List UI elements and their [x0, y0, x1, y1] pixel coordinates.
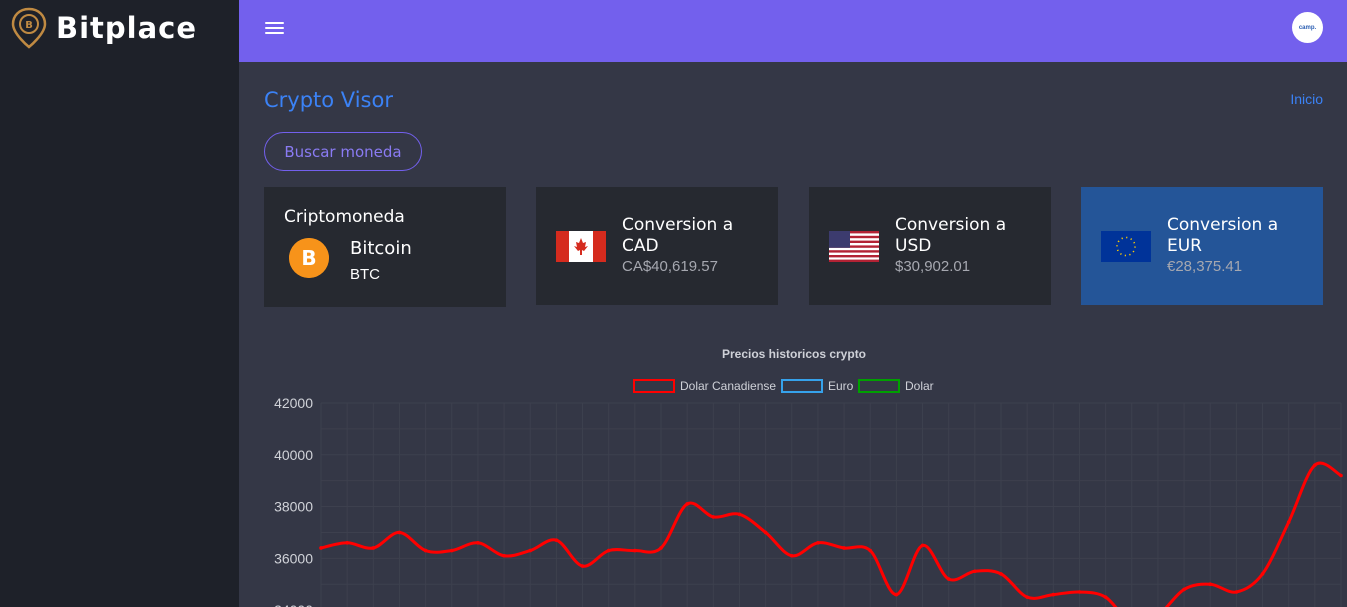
breadcrumb-inicio[interactable]: Inicio — [1290, 91, 1323, 107]
conversion-title: Conversion a USD — [895, 215, 1007, 256]
brand-name: Bitplace — [56, 11, 198, 45]
price-history-chart: Precios historicos crypto Dolar Canadiens… — [274, 347, 1343, 607]
conversion-value: CA$40,619.57 — [622, 258, 718, 275]
data-point — [816, 541, 820, 545]
bitcoin-pin-logo-icon: B — [11, 7, 47, 49]
svg-text:B: B — [301, 246, 316, 270]
conversion-card-cad: Conversion a CAD CA$40,619.57 — [536, 187, 778, 305]
conversion-title: Conversion a CAD — [622, 215, 734, 256]
data-point — [554, 538, 559, 543]
data-point — [789, 553, 794, 558]
data-point — [476, 541, 480, 545]
conversion-card-eur: Conversion a EUR €28,375.41 — [1081, 187, 1323, 305]
data-point — [345, 541, 349, 545]
data-point — [1208, 582, 1213, 587]
data-point — [842, 546, 846, 550]
usa-flag-icon — [829, 231, 879, 262]
data-point — [1339, 473, 1343, 478]
svg-text:B: B — [25, 20, 33, 31]
data-point — [946, 577, 951, 581]
data-point — [423, 548, 428, 553]
data-point — [633, 548, 637, 553]
conversion-value: $30,902.01 — [895, 258, 971, 275]
y-tick-label: 34000 — [274, 602, 313, 607]
avatar[interactable]: camp. — [1292, 12, 1323, 43]
legend-label: Dolar — [905, 379, 934, 393]
conversion-card-usd: Conversion a USD $30,902.01 — [809, 187, 1051, 305]
data-point — [737, 512, 742, 517]
data-point — [763, 530, 768, 535]
data-point — [580, 564, 585, 568]
y-tick-label: 40000 — [274, 447, 313, 463]
brand[interactable]: B Bitplace — [10, 6, 239, 50]
eu-flag-icon — [1101, 231, 1151, 262]
data-point — [319, 546, 323, 550]
data-point — [711, 515, 716, 519]
data-point — [659, 546, 663, 550]
data-point — [1077, 590, 1082, 594]
data-point — [1182, 587, 1186, 592]
data-point — [449, 548, 454, 553]
y-tick-label: 38000 — [274, 499, 313, 515]
main-content: Crypto Visor Inicio Buscar moneda Cripto… — [239, 62, 1347, 607]
data-point — [1103, 595, 1108, 599]
data-point — [1025, 595, 1029, 599]
y-tick-label: 42000 — [274, 395, 313, 411]
chart-title: Precios historicos crypto — [722, 347, 866, 361]
data-point — [502, 553, 506, 558]
coin-symbol: BTC — [350, 266, 380, 283]
conversion-title: Conversion a EUR — [1167, 215, 1279, 256]
data-point — [606, 548, 611, 553]
data-point — [999, 572, 1003, 576]
legend-label: Euro — [828, 379, 854, 393]
data-point — [685, 502, 689, 506]
legend-swatch — [781, 379, 823, 393]
bitcoin-icon: B — [289, 238, 329, 278]
hamburger-menu-icon[interactable] — [264, 19, 286, 41]
data-point — [894, 592, 899, 597]
series-line — [320, 461, 1342, 607]
topbar: camp. — [239, 0, 1347, 62]
legend-swatch — [633, 379, 675, 393]
page-title: Crypto Visor — [264, 88, 393, 112]
data-point — [528, 548, 533, 553]
data-point — [1051, 592, 1056, 597]
coin-name: Bitcoin — [350, 238, 412, 259]
sidebar: B Bitplace — [0, 0, 239, 607]
crypto-card: Criptomoneda B Bitcoin BTC — [264, 187, 506, 307]
search-coin-button[interactable]: Buscar moneda — [264, 132, 422, 171]
y-tick-label: 36000 — [274, 550, 313, 566]
data-point — [920, 543, 925, 548]
data-point — [868, 548, 873, 553]
data-point — [371, 546, 376, 550]
canada-flag-icon — [556, 231, 606, 262]
data-point — [1260, 572, 1265, 576]
data-point — [1313, 463, 1317, 467]
crypto-card-heading: Criptomoneda — [284, 207, 405, 227]
data-point — [1234, 590, 1239, 594]
legend-label: Dolar Canadiense — [680, 379, 776, 393]
conversion-value: €28,375.41 — [1167, 258, 1243, 275]
data-point — [1286, 520, 1291, 524]
data-point — [397, 530, 402, 535]
legend-swatch — [858, 379, 900, 393]
data-point — [973, 569, 977, 574]
